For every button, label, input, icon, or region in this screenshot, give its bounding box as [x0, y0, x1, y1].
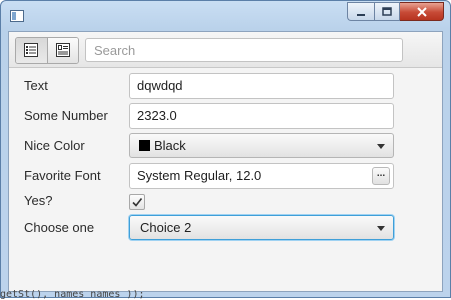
- close-button[interactable]: [400, 2, 444, 21]
- view-mode-toggle: [15, 37, 79, 64]
- app-window-icon: [10, 10, 24, 22]
- list-view-icon: [24, 43, 38, 57]
- text-field[interactable]: dqwdqd: [129, 73, 394, 99]
- minimize-button[interactable]: [347, 2, 374, 21]
- minimize-icon: [357, 14, 365, 16]
- choice-dropdown-value: Choice 2: [140, 220, 192, 235]
- yes-label: Yes?: [24, 193, 53, 208]
- font-chooser-button[interactable]: ...: [372, 167, 390, 185]
- font-field[interactable]: System Regular, 12.0 ...: [129, 163, 394, 189]
- search-input[interactable]: [85, 38, 403, 62]
- detail-view-button[interactable]: [47, 38, 78, 63]
- color-picker-value: Black: [154, 138, 186, 153]
- close-icon: [416, 7, 427, 17]
- window-controls: [347, 2, 444, 22]
- app-window: Text dqwdqd Some Number 2323.0 Nice Colo…: [0, 0, 451, 298]
- detail-view-icon: [56, 43, 70, 57]
- checkmark-icon: [132, 198, 143, 207]
- yes-checkbox[interactable]: [129, 194, 145, 210]
- favorite-font-label: Favorite Font: [24, 168, 101, 183]
- content-pane: Text dqwdqd Some Number 2323.0 Nice Colo…: [8, 31, 443, 292]
- list-view-button[interactable]: [16, 38, 47, 63]
- background-code-text: getSt(), names names ));: [0, 290, 145, 300]
- choose-one-label: Choose one: [24, 220, 95, 235]
- chevron-down-icon: [377, 226, 385, 231]
- maximize-button[interactable]: [374, 2, 400, 21]
- maximize-icon: [382, 7, 392, 16]
- chevron-down-icon: [377, 144, 385, 149]
- some-number-field[interactable]: 2323.0: [129, 103, 394, 129]
- color-swatch: [139, 140, 150, 151]
- title-bar[interactable]: [1, 1, 450, 31]
- text-label: Text: [24, 78, 48, 93]
- toolbar: [9, 32, 442, 68]
- some-number-label: Some Number: [24, 108, 108, 123]
- choice-dropdown[interactable]: Choice 2: [129, 215, 394, 240]
- color-picker[interactable]: Black: [129, 133, 394, 158]
- font-field-value: System Regular, 12.0: [137, 168, 262, 183]
- nice-color-label: Nice Color: [24, 138, 85, 153]
